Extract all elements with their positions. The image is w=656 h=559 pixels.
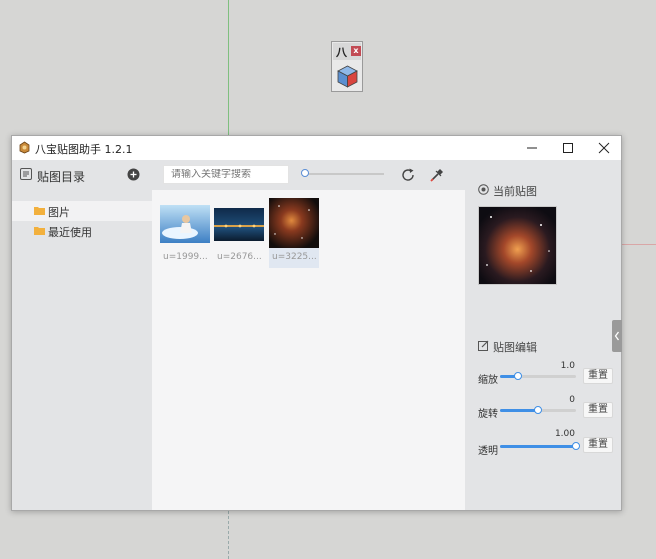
- eyedropper-icon[interactable]: [429, 167, 445, 183]
- sidebar-header: 贴图目录: [12, 160, 152, 190]
- slider-knob[interactable]: [514, 372, 523, 380]
- list-icon: [20, 168, 32, 180]
- thumbnail-caption: u=3225...: [272, 252, 317, 262]
- opacity-value: 1.00: [554, 429, 575, 439]
- slider-fill: [500, 409, 538, 412]
- edit-icon: [478, 340, 489, 351]
- maximize-icon: [563, 143, 573, 153]
- title-bar[interactable]: 八宝贴图助手 1.2.1: [12, 136, 621, 160]
- slider-knob[interactable]: [534, 406, 542, 414]
- close-button[interactable]: [586, 136, 622, 160]
- sidebar-item-label: 最近使用: [48, 226, 92, 239]
- slider-knob[interactable]: [572, 442, 580, 450]
- app-window: 八宝贴图助手 1.2.1 贴图目录 图片 最近使用 请输入关键字搜索 u=199…: [11, 135, 622, 511]
- sidebar-title: 贴图目录: [37, 170, 86, 184]
- scale-slider[interactable]: [500, 372, 576, 380]
- red-axis-line: [622, 244, 656, 245]
- search-input[interactable]: [171, 169, 281, 180]
- current-texture-preview: [478, 206, 557, 285]
- refresh-icon[interactable]: [400, 167, 416, 183]
- panel-collapse-button[interactable]: [612, 320, 622, 352]
- thumbnail-image: [269, 198, 319, 248]
- thumbnail-image: [160, 205, 210, 243]
- slider-knob[interactable]: [301, 169, 309, 177]
- gallery-item[interactable]: u=2676...: [214, 198, 264, 268]
- thumbnail-image: [214, 208, 264, 241]
- minimize-icon: [527, 147, 537, 149]
- category-sidebar: 贴图目录 图片 最近使用: [12, 160, 152, 510]
- sidebar-item-recent[interactable]: 最近使用: [12, 221, 152, 241]
- gallery-item[interactable]: u=1999...: [160, 198, 210, 268]
- texture-edit-title: 贴图编辑: [493, 341, 537, 354]
- axis-dashed-line: [228, 511, 229, 559]
- cube-icon: [337, 65, 358, 88]
- slider-fill: [500, 445, 576, 448]
- opacity-slider[interactable]: [500, 442, 580, 450]
- preview-image: [479, 207, 556, 284]
- sidebar-item-pictures[interactable]: 图片: [12, 201, 152, 221]
- rotation-reset-button[interactable]: 重置: [583, 402, 613, 418]
- toolbar-close-icon[interactable]: x: [351, 46, 361, 56]
- opacity-reset-button[interactable]: 重置: [583, 437, 613, 453]
- thumbnail-size-slider[interactable]: [301, 169, 384, 177]
- opacity-label: 透明: [478, 446, 498, 457]
- gallery-item-selected[interactable]: u=3225...: [269, 198, 319, 268]
- scale-reset-button[interactable]: 重置: [583, 368, 613, 384]
- green-axis-line: [228, 0, 229, 136]
- folder-icon: [34, 207, 45, 215]
- thumbnail-caption: u=2676...: [217, 252, 262, 262]
- current-texture-title: 当前贴图: [493, 185, 537, 198]
- rotation-label: 旋转: [478, 409, 498, 420]
- maximize-button[interactable]: [550, 136, 586, 160]
- app-logo-icon: [19, 141, 30, 154]
- minimize-button[interactable]: [514, 136, 550, 160]
- search-box[interactable]: [163, 165, 289, 184]
- thumbnail-caption: u=1999...: [163, 252, 208, 262]
- rotation-slider[interactable]: [500, 406, 576, 414]
- close-icon: [598, 142, 610, 154]
- window-title: 八宝贴图助手 1.2.1: [35, 143, 133, 156]
- target-icon: [478, 184, 489, 195]
- texture-gallery: u=1999... u=2676... u=3225...: [152, 190, 465, 510]
- rotation-value: 0: [569, 395, 575, 405]
- scale-value: 1.0: [560, 361, 575, 371]
- scale-label: 缩放: [478, 375, 498, 386]
- plugin-toolbar: 八 x: [331, 41, 363, 92]
- texture-cube-button[interactable]: [335, 63, 360, 89]
- chevron-left-icon: [614, 331, 620, 341]
- texture-properties-panel: 当前贴图 贴图编辑 1.0 缩放 重置 0 旋转 重置 1.00 透明 重置: [465, 160, 621, 510]
- add-category-icon[interactable]: [127, 168, 140, 181]
- folder-icon: [34, 227, 45, 235]
- sidebar-item-label: 图片: [48, 206, 70, 219]
- toolbar-header[interactable]: 八 x: [333, 43, 361, 60]
- toolbar-title: 八: [336, 46, 347, 59]
